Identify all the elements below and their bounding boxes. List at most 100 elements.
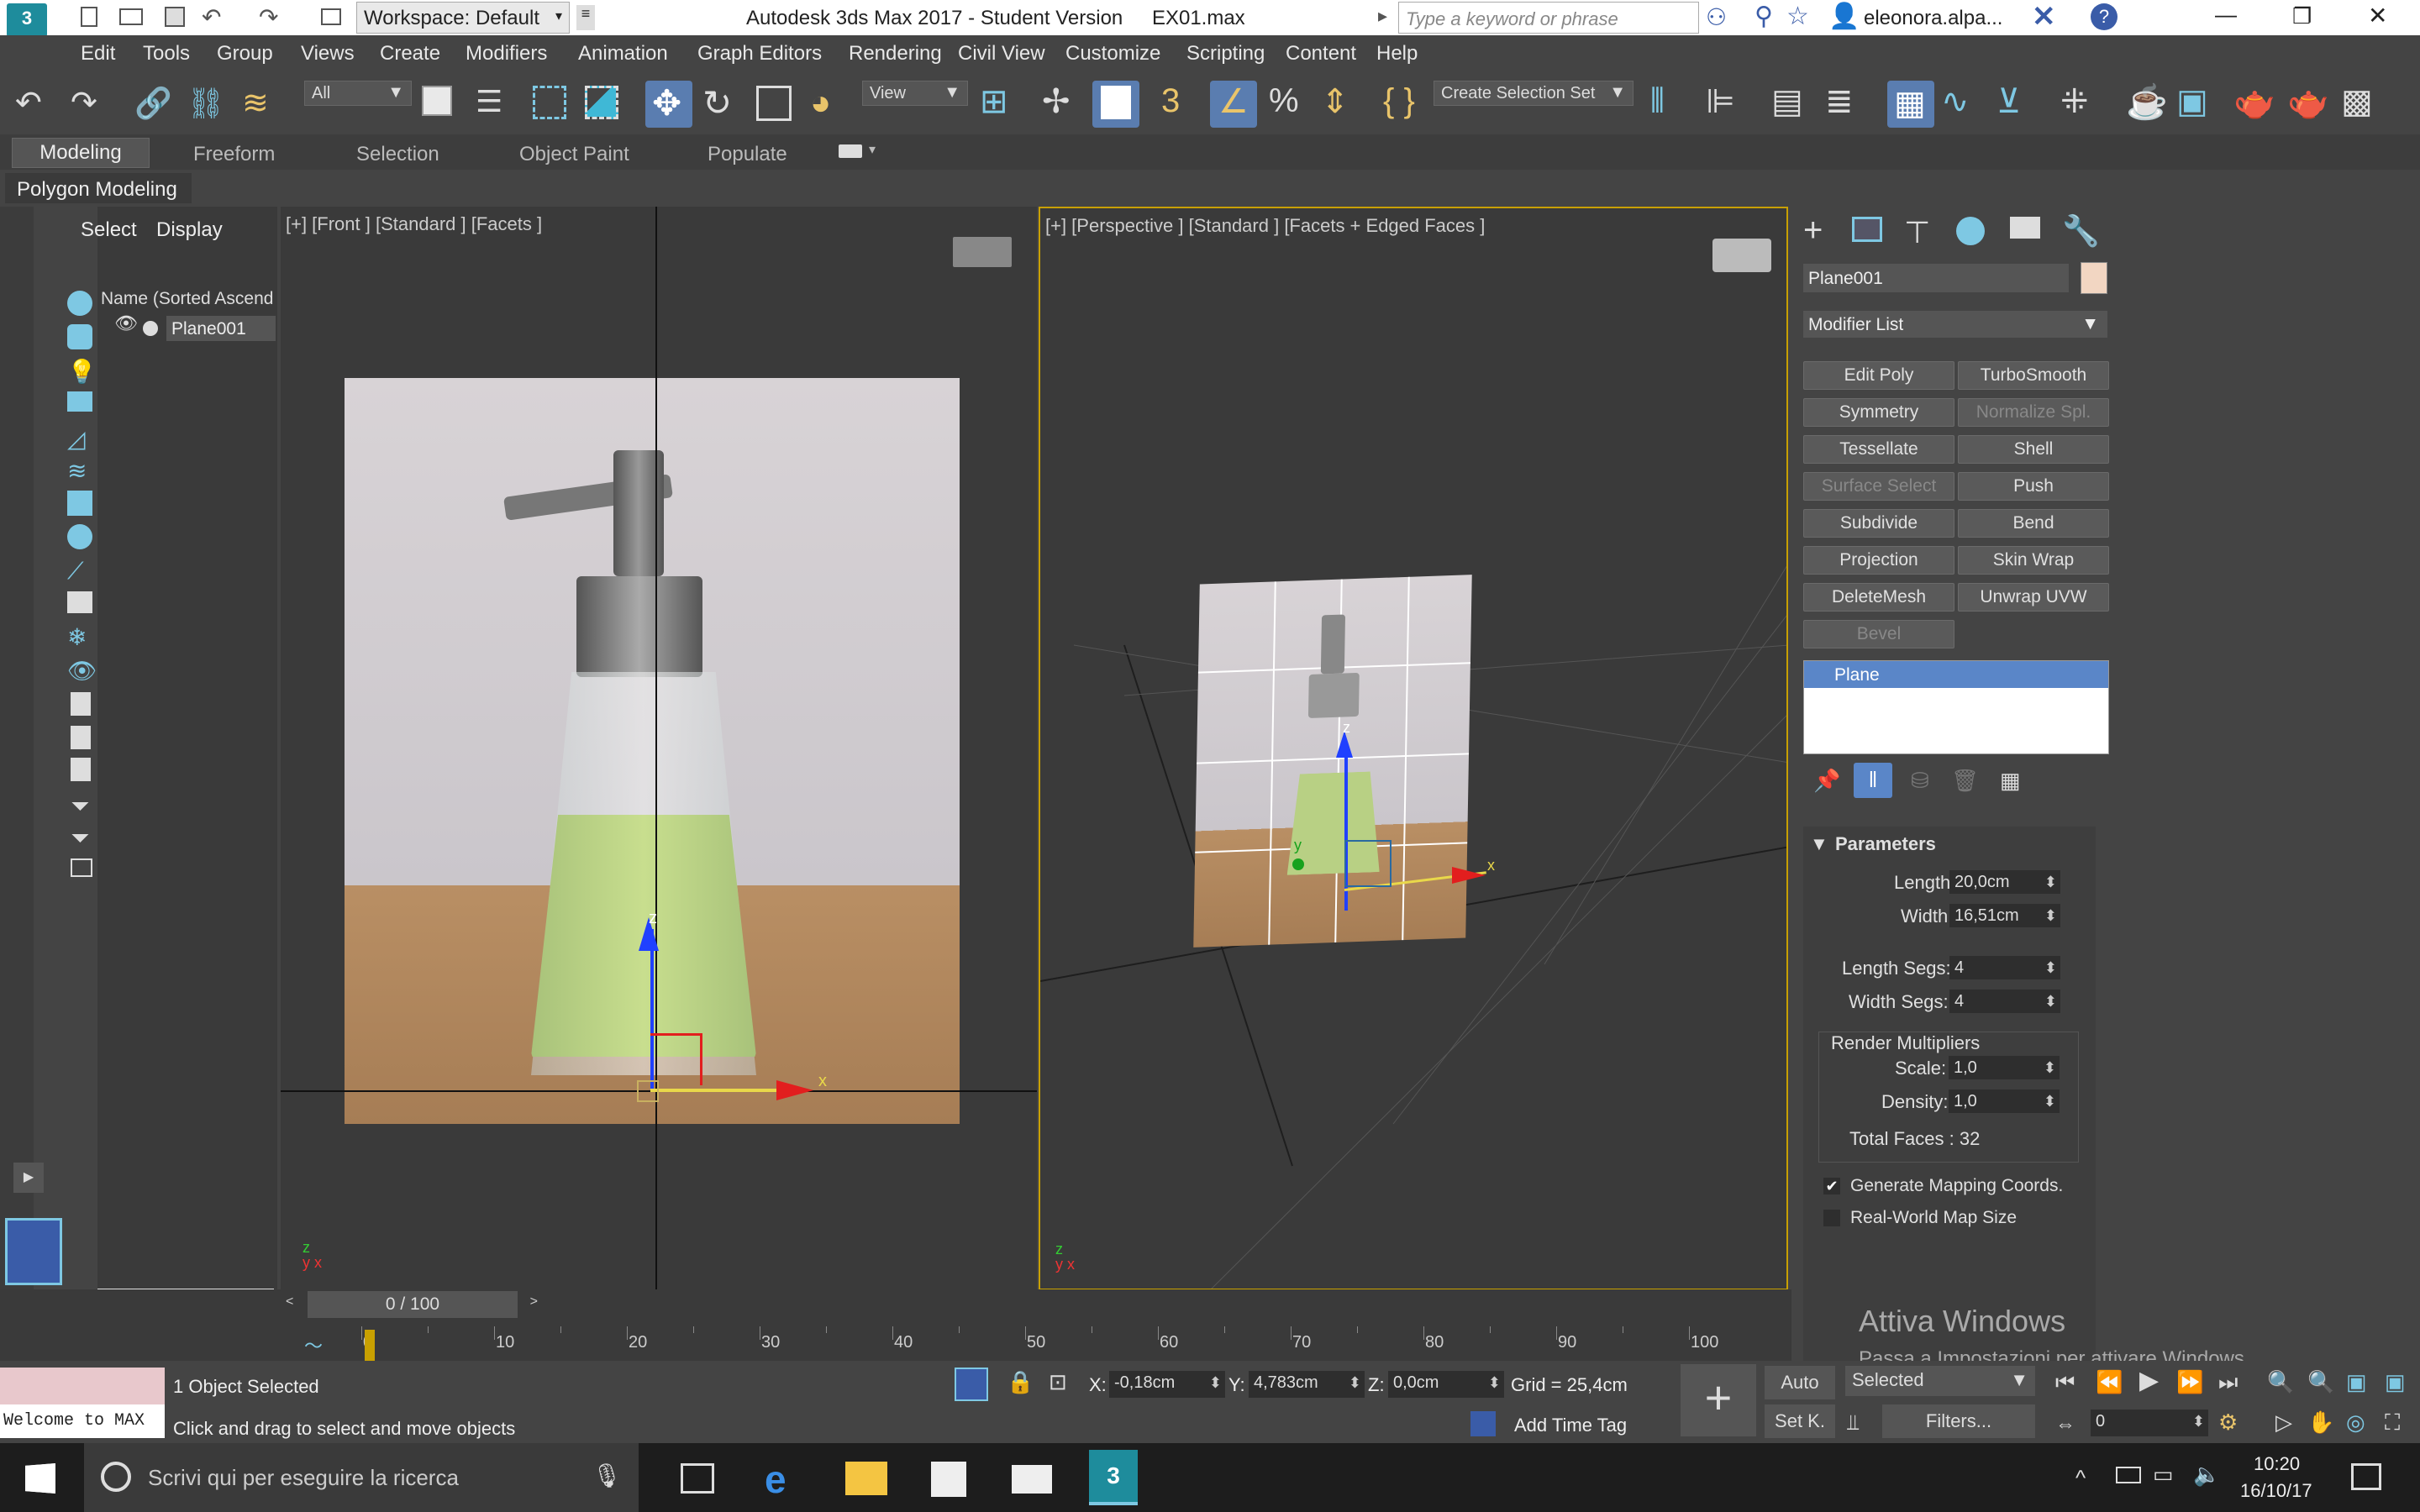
polygon-modeling-panel[interactable]: Polygon Modeling xyxy=(5,173,192,203)
close-button[interactable]: ✕ xyxy=(2368,2,2387,29)
quick-access-menu-icon[interactable]: ≡ xyxy=(576,5,595,30)
create-tab-icon[interactable]: + xyxy=(1803,212,1823,249)
parameters-title[interactable]: Parameters xyxy=(1835,833,1936,855)
modifier-button-turbosmooth[interactable]: TurboSmooth xyxy=(1958,361,2109,390)
zoom-all-icon[interactable]: 🔍 xyxy=(2307,1369,2334,1395)
persp-gizmo-x-arrow-icon[interactable] xyxy=(1452,867,1486,884)
percent-snap-icon[interactable]: % xyxy=(1269,82,1299,120)
ribbon-options-button[interactable] xyxy=(839,144,862,158)
viewport-layout-active[interactable] xyxy=(5,1218,62,1285)
filter-icon[interactable]: ⏷ xyxy=(71,825,89,853)
x-coordinate-field[interactable]: -0,18cm xyxy=(1109,1371,1225,1398)
menu-tools[interactable]: Tools xyxy=(143,42,190,66)
display-tab-icon[interactable] xyxy=(2010,217,2040,239)
workspace-dropdown[interactable]: Workspace: Default ▾ xyxy=(356,2,570,34)
volume-icon[interactable]: 🔈 xyxy=(2193,1462,2220,1488)
modifier-stack[interactable]: Plane xyxy=(1803,660,2109,754)
key-mode-icon[interactable]: ⇔ xyxy=(2055,1413,2075,1436)
mirror-icon[interactable]: ⫴ xyxy=(1650,82,1665,120)
spinner-snap-icon[interactable]: ⇕ xyxy=(1321,82,1349,121)
previous-frame-icon[interactable]: ⏪ xyxy=(2096,1369,2123,1395)
microphone-icon[interactable]: 🎙 xyxy=(592,1462,622,1489)
y-coordinate-field[interactable]: 4,783cm xyxy=(1249,1371,1365,1398)
3dsmax-taskbar-icon[interactable]: 3 xyxy=(1089,1450,1138,1505)
xrefs-filter-icon[interactable] xyxy=(67,524,92,549)
viewcube-icon[interactable] xyxy=(953,237,1012,267)
display-none-icon[interactable] xyxy=(71,692,91,716)
scene-explorer-tab-select[interactable]: Select xyxy=(81,218,137,242)
zoom-extents-all-icon[interactable]: ▣ xyxy=(2385,1369,2406,1395)
render-iterative-icon[interactable]: 🫖 xyxy=(2287,82,2329,122)
add-time-tag[interactable]: Add Time Tag xyxy=(1514,1415,1627,1436)
infocenter-icon[interactable]: ⚇ xyxy=(1706,3,1727,31)
clock-time[interactable]: 10:20 xyxy=(2254,1453,2300,1475)
tab-object-paint[interactable]: Object Paint xyxy=(519,143,629,166)
menu-scripting[interactable]: Scripting xyxy=(1186,42,1265,66)
expand-panel-button[interactable]: ▶ xyxy=(13,1163,44,1193)
absolute-mode-icon[interactable]: ⊡ xyxy=(1049,1369,1067,1395)
unlink-icon[interactable]: ⛓ xyxy=(187,86,225,121)
undo-icon[interactable]: ↶ xyxy=(15,84,42,122)
particles-filter-icon[interactable]: ❄ xyxy=(67,623,87,651)
task-view-icon[interactable] xyxy=(681,1463,714,1494)
pivot-center-icon[interactable]: ⊞ xyxy=(980,82,1008,121)
gizmo-x-arrow-icon[interactable] xyxy=(776,1080,813,1100)
window-crossing-icon[interactable] xyxy=(585,86,618,119)
persp-gizmo-plane-handle[interactable] xyxy=(1344,840,1392,887)
scale-spinner[interactable]: 1,0 xyxy=(1949,1056,2060,1079)
add-time-tag-icon[interactable] xyxy=(1470,1411,1496,1436)
help-icon[interactable]: ? xyxy=(2091,3,2118,30)
menu-help[interactable]: Help xyxy=(1376,42,1418,66)
windows-start-icon[interactable] xyxy=(25,1463,55,1494)
snaps-toggle-icon[interactable]: 3 xyxy=(1161,82,1180,120)
isolate-selection-button[interactable] xyxy=(955,1368,988,1401)
display-invert-icon[interactable] xyxy=(71,726,91,749)
new-file-icon[interactable] xyxy=(81,7,97,27)
modifier-button-edit-poly[interactable]: Edit Poly xyxy=(1803,361,1954,390)
rotate-icon[interactable]: ↻ xyxy=(702,82,732,123)
angle-snap-button[interactable]: ∠ xyxy=(1210,81,1257,128)
modifier-button-unwrap-uvw[interactable]: Unwrap UVW xyxy=(1958,583,2109,612)
filter-selected-icon[interactable]: ⏷ xyxy=(71,793,89,821)
render-setup-icon[interactable]: ☕ xyxy=(2126,82,2168,122)
play-icon[interactable]: ▶ xyxy=(2139,1366,2159,1395)
time-slider-thumb[interactable]: 0 / 100 xyxy=(308,1291,518,1318)
layer-explorer-icon[interactable]: ▤ xyxy=(1771,82,1803,121)
chevron-down-icon[interactable]: ▾ xyxy=(869,141,876,158)
show-hidden-icons-icon[interactable]: ^ xyxy=(2075,1465,2086,1491)
make-unique-icon[interactable]: ⛁ xyxy=(1911,768,1929,794)
length-spinner[interactable]: 20,0cm xyxy=(1949,870,2060,894)
parameters-collapse-icon[interactable]: ▼ xyxy=(1810,833,1828,855)
tab-selection[interactable]: Selection xyxy=(356,143,439,166)
set-key-button[interactable]: Set K. xyxy=(1765,1404,1835,1438)
set-key-big-button[interactable]: + xyxy=(1681,1364,1756,1436)
find-icon[interactable] xyxy=(71,858,92,877)
hierarchy-tab-icon[interactable]: ⊤ xyxy=(1904,215,1930,250)
remove-modifier-icon[interactable]: 🗑 xyxy=(1951,768,1979,794)
keyboard-shortcut-override-button[interactable] xyxy=(1092,81,1139,128)
object-color-swatch[interactable] xyxy=(2081,262,2107,294)
menu-edit[interactable]: Edit xyxy=(81,42,115,66)
time-slider[interactable]: < 0 / 100 > xyxy=(277,1289,546,1320)
lights-filter-icon[interactable]: 💡 xyxy=(67,358,97,386)
motion-tab-icon[interactable] xyxy=(1956,217,1985,245)
viewport-perspective[interactable]: [+] [Perspective ] [Standard ] [Facets +… xyxy=(1039,207,1788,1290)
scene-explorer-toggle-button[interactable]: ▦ xyxy=(1887,81,1934,128)
tab-populate[interactable]: Populate xyxy=(708,143,787,166)
modifier-button-tessellate[interactable]: Tessellate xyxy=(1803,435,1954,464)
bones-filter-icon[interactable]: ⟋ xyxy=(67,558,84,585)
maxscript-listener-input[interactable] xyxy=(0,1368,165,1404)
show-end-result-button[interactable]: ǁ xyxy=(1854,763,1892,798)
rectangular-selection-icon[interactable] xyxy=(533,86,566,119)
key-filter-icon[interactable]: ⫫ xyxy=(1847,1410,1860,1436)
bind-space-warp-icon[interactable]: ≋ xyxy=(242,84,269,122)
schematic-view-icon[interactable]: ⊻ xyxy=(1996,82,2021,121)
toggle-ribbon-icon[interactable]: ≣ xyxy=(1825,82,1854,121)
scale-icon[interactable] xyxy=(756,86,792,121)
menu-modifiers[interactable]: Modifiers xyxy=(466,42,547,66)
filters-button[interactable]: Filters... xyxy=(1882,1404,2035,1438)
menu-customize[interactable]: Customize xyxy=(1065,42,1160,66)
zoom-icon[interactable]: 🔍 xyxy=(2267,1369,2294,1395)
restore-button[interactable]: ❐ xyxy=(2292,3,2312,29)
reference-coord-dropdown[interactable]: View ▼ xyxy=(862,81,968,106)
